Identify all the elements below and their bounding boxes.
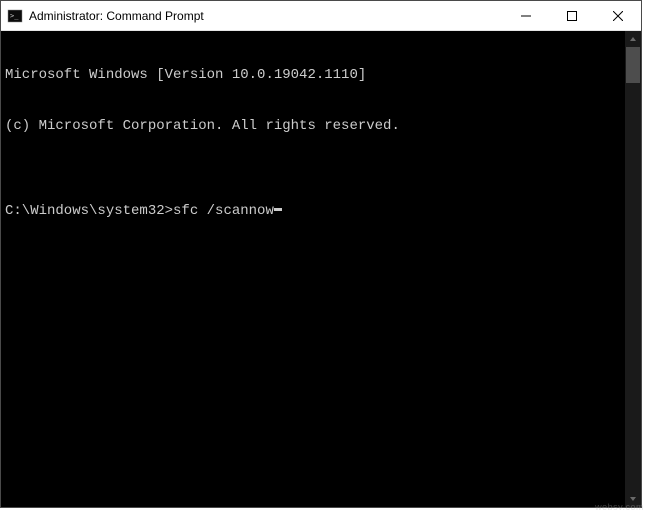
- command-text: sfc /scannow: [173, 203, 274, 220]
- maximize-button[interactable]: [549, 1, 595, 30]
- cursor: [274, 208, 282, 211]
- watermark: websv.com: [595, 502, 644, 512]
- prompt-text: C:\Windows\system32>: [5, 203, 173, 220]
- console-output[interactable]: Microsoft Windows [Version 10.0.19042.11…: [1, 31, 625, 507]
- scroll-up-button[interactable]: [625, 31, 641, 47]
- prompt-line: C:\Windows\system32>sfc /scannow: [5, 203, 621, 220]
- version-line: Microsoft Windows [Version 10.0.19042.11…: [5, 67, 621, 84]
- maximize-icon: [567, 11, 577, 21]
- command-prompt-window: >_ Administrator: Command Prompt Microso…: [0, 0, 642, 508]
- window-controls: [503, 1, 641, 30]
- console-area[interactable]: Microsoft Windows [Version 10.0.19042.11…: [1, 31, 641, 507]
- vertical-scrollbar[interactable]: [625, 31, 641, 507]
- svg-text:>_: >_: [10, 12, 19, 20]
- window-title: Administrator: Command Prompt: [29, 9, 204, 23]
- cmd-icon: >_: [7, 8, 23, 24]
- scrollbar-thumb[interactable]: [626, 47, 640, 83]
- minimize-icon: [521, 11, 531, 21]
- copyright-line: (c) Microsoft Corporation. All rights re…: [5, 118, 621, 135]
- close-icon: [613, 11, 623, 21]
- titlebar[interactable]: >_ Administrator: Command Prompt: [1, 1, 641, 31]
- close-button[interactable]: [595, 1, 641, 30]
- minimize-button[interactable]: [503, 1, 549, 30]
- chevron-up-icon: [629, 35, 637, 43]
